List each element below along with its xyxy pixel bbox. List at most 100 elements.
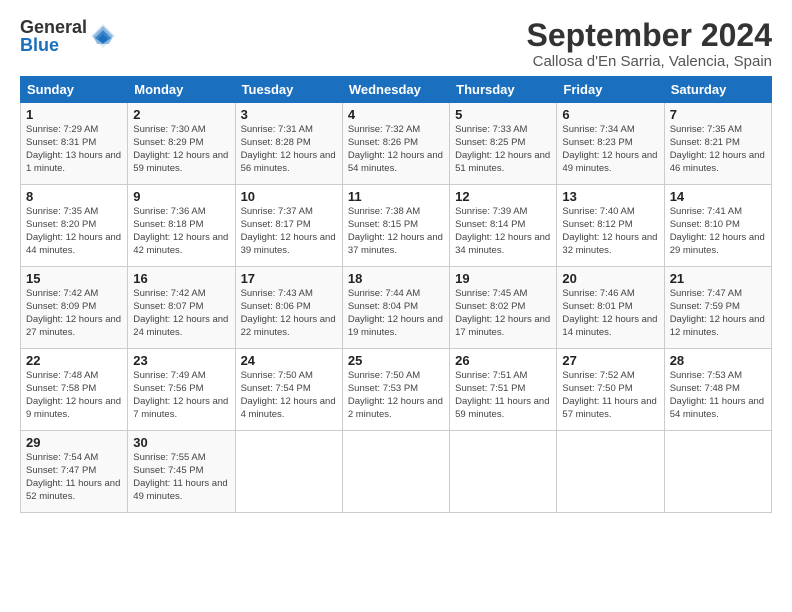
calendar-week-3: 15 Sunrise: 7:42 AMSunset: 8:09 PMDaylig… <box>21 267 772 349</box>
calendar-cell: 5 Sunrise: 7:33 AMSunset: 8:25 PMDayligh… <box>450 103 557 185</box>
calendar-cell: 15 Sunrise: 7:42 AMSunset: 8:09 PMDaylig… <box>21 267 128 349</box>
logo: General Blue <box>20 18 117 54</box>
calendar-cell: 9 Sunrise: 7:36 AMSunset: 8:18 PMDayligh… <box>128 185 235 267</box>
day-number: 3 <box>241 107 337 122</box>
day-number: 29 <box>26 435 122 450</box>
cell-info: Sunrise: 7:53 AMSunset: 7:48 PMDaylight:… <box>670 370 764 419</box>
calendar-cell: 14 Sunrise: 7:41 AMSunset: 8:10 PMDaylig… <box>664 185 771 267</box>
day-number: 1 <box>26 107 122 122</box>
day-number: 30 <box>133 435 229 450</box>
col-thursday: Thursday <box>450 77 557 103</box>
col-tuesday: Tuesday <box>235 77 342 103</box>
logo-general: General <box>20 18 87 36</box>
cell-info: Sunrise: 7:51 AMSunset: 7:51 PMDaylight:… <box>455 370 549 419</box>
cell-info: Sunrise: 7:50 AMSunset: 7:54 PMDaylight:… <box>241 370 336 419</box>
calendar-cell: 4 Sunrise: 7:32 AMSunset: 8:26 PMDayligh… <box>342 103 449 185</box>
calendar-cell: 13 Sunrise: 7:40 AMSunset: 8:12 PMDaylig… <box>557 185 664 267</box>
cell-info: Sunrise: 7:42 AMSunset: 8:09 PMDaylight:… <box>26 288 121 337</box>
cell-info: Sunrise: 7:41 AMSunset: 8:10 PMDaylight:… <box>670 206 765 255</box>
day-number: 28 <box>670 353 766 368</box>
calendar-cell: 1 Sunrise: 7:29 AMSunset: 8:31 PMDayligh… <box>21 103 128 185</box>
day-number: 6 <box>562 107 658 122</box>
day-number: 12 <box>455 189 551 204</box>
day-number: 16 <box>133 271 229 286</box>
day-number: 15 <box>26 271 122 286</box>
calendar-cell <box>342 431 449 513</box>
calendar-cell <box>235 431 342 513</box>
calendar-week-4: 22 Sunrise: 7:48 AMSunset: 7:58 PMDaylig… <box>21 349 772 431</box>
calendar-cell: 12 Sunrise: 7:39 AMSunset: 8:14 PMDaylig… <box>450 185 557 267</box>
calendar-cell <box>664 431 771 513</box>
calendar-cell: 2 Sunrise: 7:30 AMSunset: 8:29 PMDayligh… <box>128 103 235 185</box>
day-number: 9 <box>133 189 229 204</box>
logo-text: General Blue <box>20 18 87 54</box>
calendar-table: Sunday Monday Tuesday Wednesday Thursday… <box>20 76 772 513</box>
day-number: 11 <box>348 189 444 204</box>
calendar-cell: 17 Sunrise: 7:43 AMSunset: 8:06 PMDaylig… <box>235 267 342 349</box>
cell-info: Sunrise: 7:44 AMSunset: 8:04 PMDaylight:… <box>348 288 443 337</box>
calendar-cell: 16 Sunrise: 7:42 AMSunset: 8:07 PMDaylig… <box>128 267 235 349</box>
day-number: 5 <box>455 107 551 122</box>
calendar-cell: 26 Sunrise: 7:51 AMSunset: 7:51 PMDaylig… <box>450 349 557 431</box>
day-number: 2 <box>133 107 229 122</box>
calendar-page: General Blue September 2024 Callosa d'En… <box>0 0 792 525</box>
calendar-cell: 19 Sunrise: 7:45 AMSunset: 8:02 PMDaylig… <box>450 267 557 349</box>
cell-info: Sunrise: 7:48 AMSunset: 7:58 PMDaylight:… <box>26 370 121 419</box>
calendar-cell: 28 Sunrise: 7:53 AMSunset: 7:48 PMDaylig… <box>664 349 771 431</box>
day-number: 20 <box>562 271 658 286</box>
logo-icon <box>89 22 117 50</box>
calendar-cell: 6 Sunrise: 7:34 AMSunset: 8:23 PMDayligh… <box>557 103 664 185</box>
calendar-cell: 22 Sunrise: 7:48 AMSunset: 7:58 PMDaylig… <box>21 349 128 431</box>
cell-info: Sunrise: 7:29 AMSunset: 8:31 PMDaylight:… <box>26 124 121 173</box>
header-row: Sunday Monday Tuesday Wednesday Thursday… <box>21 77 772 103</box>
day-number: 17 <box>241 271 337 286</box>
calendar-cell: 30 Sunrise: 7:55 AMSunset: 7:45 PMDaylig… <box>128 431 235 513</box>
cell-info: Sunrise: 7:32 AMSunset: 8:26 PMDaylight:… <box>348 124 443 173</box>
cell-info: Sunrise: 7:31 AMSunset: 8:28 PMDaylight:… <box>241 124 336 173</box>
calendar-cell: 25 Sunrise: 7:50 AMSunset: 7:53 PMDaylig… <box>342 349 449 431</box>
calendar-week-2: 8 Sunrise: 7:35 AMSunset: 8:20 PMDayligh… <box>21 185 772 267</box>
calendar-cell: 7 Sunrise: 7:35 AMSunset: 8:21 PMDayligh… <box>664 103 771 185</box>
cell-info: Sunrise: 7:39 AMSunset: 8:14 PMDaylight:… <box>455 206 550 255</box>
day-number: 19 <box>455 271 551 286</box>
calendar-cell: 24 Sunrise: 7:50 AMSunset: 7:54 PMDaylig… <box>235 349 342 431</box>
day-number: 10 <box>241 189 337 204</box>
day-number: 13 <box>562 189 658 204</box>
calendar-cell: 11 Sunrise: 7:38 AMSunset: 8:15 PMDaylig… <box>342 185 449 267</box>
day-number: 7 <box>670 107 766 122</box>
cell-info: Sunrise: 7:50 AMSunset: 7:53 PMDaylight:… <box>348 370 443 419</box>
day-number: 24 <box>241 353 337 368</box>
cell-info: Sunrise: 7:35 AMSunset: 8:20 PMDaylight:… <box>26 206 121 255</box>
col-monday: Monday <box>128 77 235 103</box>
col-sunday: Sunday <box>21 77 128 103</box>
cell-info: Sunrise: 7:36 AMSunset: 8:18 PMDaylight:… <box>133 206 228 255</box>
day-number: 26 <box>455 353 551 368</box>
cell-info: Sunrise: 7:45 AMSunset: 8:02 PMDaylight:… <box>455 288 550 337</box>
calendar-cell: 18 Sunrise: 7:44 AMSunset: 8:04 PMDaylig… <box>342 267 449 349</box>
cell-info: Sunrise: 7:34 AMSunset: 8:23 PMDaylight:… <box>562 124 657 173</box>
calendar-cell: 20 Sunrise: 7:46 AMSunset: 8:01 PMDaylig… <box>557 267 664 349</box>
day-number: 21 <box>670 271 766 286</box>
col-saturday: Saturday <box>664 77 771 103</box>
cell-info: Sunrise: 7:47 AMSunset: 7:59 PMDaylight:… <box>670 288 765 337</box>
day-number: 27 <box>562 353 658 368</box>
header: General Blue September 2024 Callosa d'En… <box>20 18 772 70</box>
calendar-cell <box>450 431 557 513</box>
day-number: 22 <box>26 353 122 368</box>
day-number: 4 <box>348 107 444 122</box>
calendar-week-5: 29 Sunrise: 7:54 AMSunset: 7:47 PMDaylig… <box>21 431 772 513</box>
logo-blue: Blue <box>20 36 87 54</box>
cell-info: Sunrise: 7:54 AMSunset: 7:47 PMDaylight:… <box>26 452 120 501</box>
calendar-cell: 23 Sunrise: 7:49 AMSunset: 7:56 PMDaylig… <box>128 349 235 431</box>
cell-info: Sunrise: 7:55 AMSunset: 7:45 PMDaylight:… <box>133 452 227 501</box>
cell-info: Sunrise: 7:52 AMSunset: 7:50 PMDaylight:… <box>562 370 656 419</box>
title-block: September 2024 Callosa d'En Sarria, Vale… <box>527 18 772 70</box>
calendar-cell: 27 Sunrise: 7:52 AMSunset: 7:50 PMDaylig… <box>557 349 664 431</box>
cell-info: Sunrise: 7:30 AMSunset: 8:29 PMDaylight:… <box>133 124 228 173</box>
calendar-week-1: 1 Sunrise: 7:29 AMSunset: 8:31 PMDayligh… <box>21 103 772 185</box>
day-number: 8 <box>26 189 122 204</box>
location: Callosa d'En Sarria, Valencia, Spain <box>527 53 772 70</box>
month-title: September 2024 <box>527 18 772 53</box>
cell-info: Sunrise: 7:37 AMSunset: 8:17 PMDaylight:… <box>241 206 336 255</box>
day-number: 25 <box>348 353 444 368</box>
